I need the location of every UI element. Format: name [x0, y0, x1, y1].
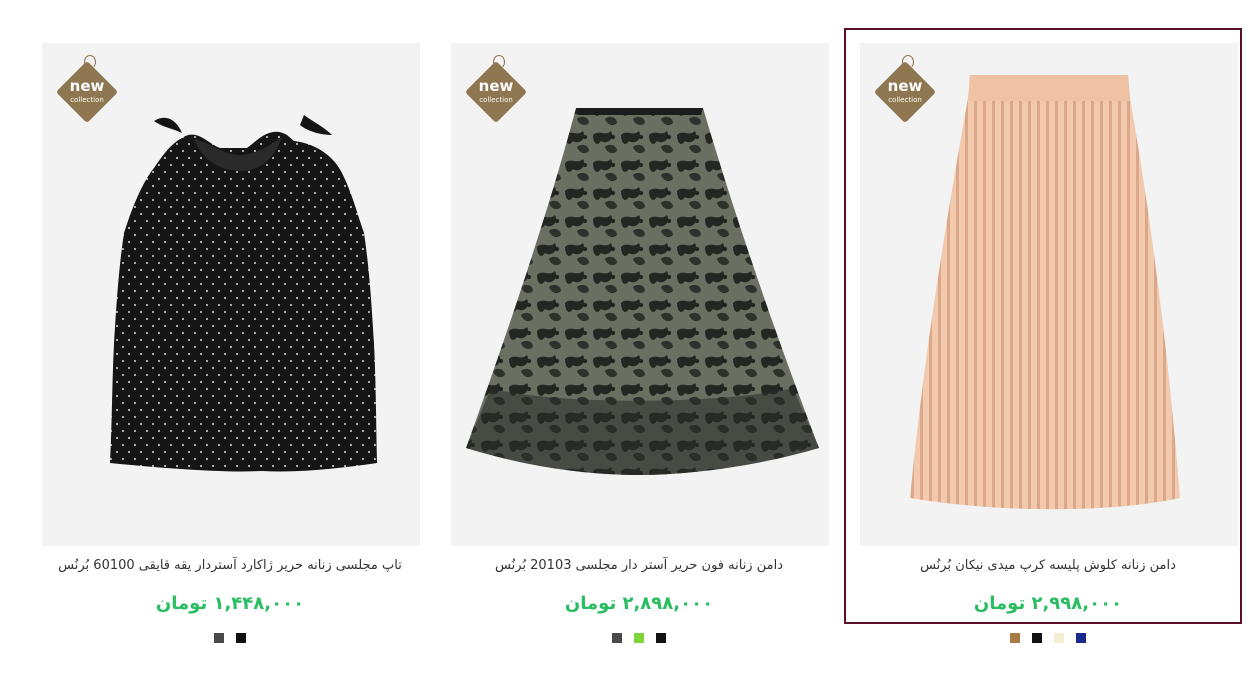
product-price: ۱,۴۴۸,۰۰۰ تومان: [155, 593, 305, 614]
product-card[interactable]: new collection دامن زنانه فون حریر آستر …: [449, 0, 829, 675]
color-swatch[interactable]: [656, 633, 666, 643]
color-swatch[interactable]: [1076, 633, 1086, 643]
product-image[interactable]: new collection: [451, 43, 829, 546]
new-collection-badge: new collection: [54, 55, 120, 124]
color-swatch[interactable]: [214, 633, 224, 643]
product-title[interactable]: تاپ مجلسی زنانه حریر ژاکارد آستردار یقه …: [40, 556, 420, 576]
product-image[interactable]: new collection: [42, 43, 420, 546]
color-swatch[interactable]: [1032, 633, 1042, 643]
new-collection-badge: new collection: [463, 55, 529, 124]
color-swatch[interactable]: [634, 633, 644, 643]
product-title[interactable]: دامن زنانه فون حریر آستر دار مجلسی 20103…: [449, 556, 829, 576]
color-swatches: [449, 633, 829, 643]
color-swatch[interactable]: [1054, 633, 1064, 643]
hover-highlight-frame: [844, 28, 1242, 624]
color-swatches: [858, 633, 1238, 643]
color-swatch[interactable]: [1010, 633, 1020, 643]
product-price: ۲,۸۹۸,۰۰۰ تومان: [564, 593, 714, 614]
color-swatch[interactable]: [612, 633, 622, 643]
product-card[interactable]: new collection تاپ مجلسی زنانه حریر ژاکا…: [40, 0, 420, 675]
color-swatches: [40, 633, 420, 643]
color-swatch[interactable]: [236, 633, 246, 643]
